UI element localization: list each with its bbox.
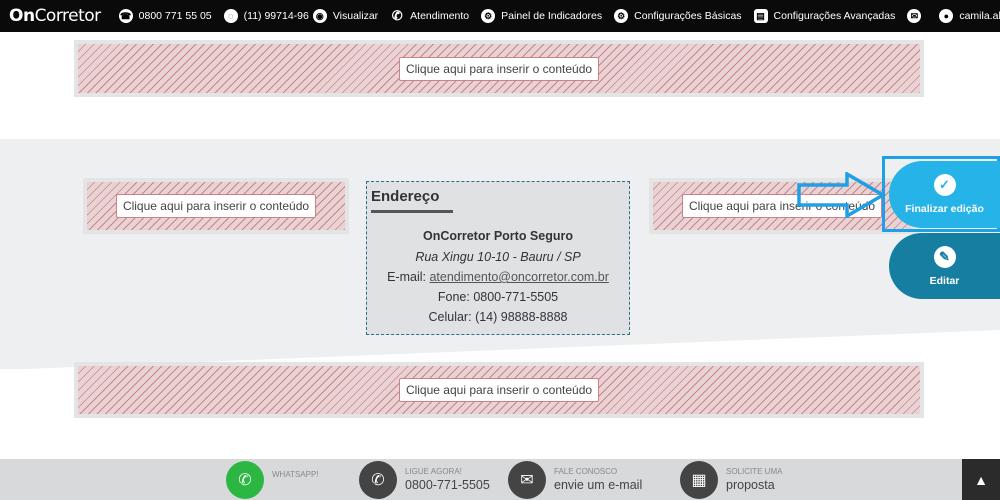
eye-icon: ◉ — [312, 9, 327, 23]
footer-email[interactable]: ✉ FALE CONOSCO envie um e-mail — [508, 459, 642, 500]
content-placeholder-left: Clique aqui para inserir o conteúdo — [83, 178, 349, 234]
chevron-up-icon: ▲ — [974, 471, 988, 488]
whatsapp-icon: ◌ — [223, 9, 238, 23]
menu-configuracoes-basicas[interactable]: ⚙ Configurações Básicas — [614, 9, 742, 23]
whatsapp-caption: WHATSAPP! — [272, 469, 319, 479]
messages-button[interactable]: ✉ — [907, 9, 927, 23]
email-line: E-mail: atendimento@oncorretor.com.br — [387, 270, 609, 284]
mail-text: envie um e-mail — [554, 478, 643, 492]
settings-doc-icon: ▤ — [753, 9, 768, 23]
user-menu[interactable]: ● camila.alv... — [939, 9, 1000, 23]
mobile-value: (14) 98888-8888 — [475, 310, 568, 324]
footer-call[interactable]: ✆ LIGUE AGORA! 0800-771-5505 — [359, 459, 490, 500]
phone-circle-icon: ☎ — [118, 9, 133, 23]
phone-contact[interactable]: ☎ 0800 771 55 05 — [118, 9, 212, 23]
gear-icon: ⚙ — [481, 9, 496, 23]
footer-whatsapp[interactable]: ✆ WHATSAPP! — [226, 459, 319, 500]
street-address: Rua Xingu 10-10 - Bauru / SP — [415, 250, 581, 264]
insert-content-button[interactable]: Clique aqui para inserir o conteúdo — [398, 56, 600, 81]
edit-label: Editar — [929, 275, 960, 287]
arrow-pointer-icon — [797, 172, 887, 218]
insert-content-button[interactable]: Clique aqui para inserir o conteúdo — [398, 378, 600, 402]
title-underline — [371, 210, 453, 213]
user-icon: ● — [939, 9, 954, 23]
phone-line: Fone: 0800-771-5505 — [437, 290, 559, 304]
oncorretor-logo[interactable]: OnCorretor — [9, 6, 101, 26]
insert-content-button[interactable]: Clique aqui para inserir o conteúdo — [115, 194, 317, 218]
top-bar: OnCorretor ☎ 0800 771 55 05 ◌ (11) 99714… — [0, 0, 1000, 32]
envelope-icon: ✉ — [508, 460, 546, 499]
company-name: OnCorretor Porto Seguro — [422, 229, 573, 243]
contact-footer: ✆ WHATSAPP! ✆ LIGUE AGORA! 0800-771-5505… — [0, 459, 1000, 500]
calculator-icon: ▦ — [680, 460, 718, 499]
mobile-line: Celular: (14) 98888-8888 — [428, 310, 568, 324]
mail-caption: FALE CONOSCO — [554, 467, 618, 476]
phone-icon: ✆ — [359, 460, 397, 499]
pencil-icon: ✎ — [933, 246, 956, 268]
quote-text: proposta — [726, 478, 775, 492]
quote-caption: SOLICITE UMA — [726, 467, 783, 476]
whatsapp-number: (11) 99714-96 — [243, 10, 309, 22]
address-card[interactable]: Endereço OnCorretor Porto Seguro Rua Xin… — [366, 181, 630, 335]
phone-number: 0800 771 55 05 — [138, 10, 212, 22]
address-title: Endereço — [371, 188, 440, 205]
phone-value: 0800-771-5505 — [473, 290, 559, 304]
content-placeholder-top: Clique aqui para inserir o conteúdo — [74, 40, 924, 97]
mail-icon: ✉ — [907, 9, 922, 23]
email-link[interactable]: atendimento@oncorretor.com.br — [429, 270, 608, 284]
content-placeholder-bottom: Clique aqui para inserir o conteúdo — [74, 362, 924, 418]
scroll-to-top-button[interactable]: ▲ — [962, 459, 1000, 500]
menu-atendimento[interactable]: ✆ Atendimento — [390, 8, 469, 23]
call-caption: LIGUE AGORA! — [405, 467, 462, 476]
finalize-edit-label: Finalizar edição — [905, 203, 984, 215]
footer-quote[interactable]: ▦ SOLICITE UMA proposta — [680, 459, 782, 500]
check-icon: ✓ — [933, 174, 956, 196]
phone-icon: ✆ — [391, 8, 403, 23]
menu-visualizar[interactable]: ◉ Visualizar — [312, 9, 378, 23]
call-number: 0800-771-5505 — [405, 478, 490, 492]
whatsapp-icon: ✆ — [226, 460, 264, 499]
menu-painel-indicadores[interactable]: ⚙ Painel de Indicadores — [481, 9, 602, 23]
user-name: camila.alv... — [959, 10, 1000, 22]
gear-icon: ⚙ — [614, 9, 629, 23]
edit-button[interactable]: ✎ Editar — [889, 233, 1000, 299]
whatsapp-contact[interactable]: ◌ (11) 99714-96 — [223, 9, 309, 23]
menu-configuracoes-avancadas[interactable]: ▤ Configurações Avançadas — [753, 9, 895, 23]
finalize-edit-button[interactable]: ✓ Finalizar edição — [889, 161, 1000, 228]
